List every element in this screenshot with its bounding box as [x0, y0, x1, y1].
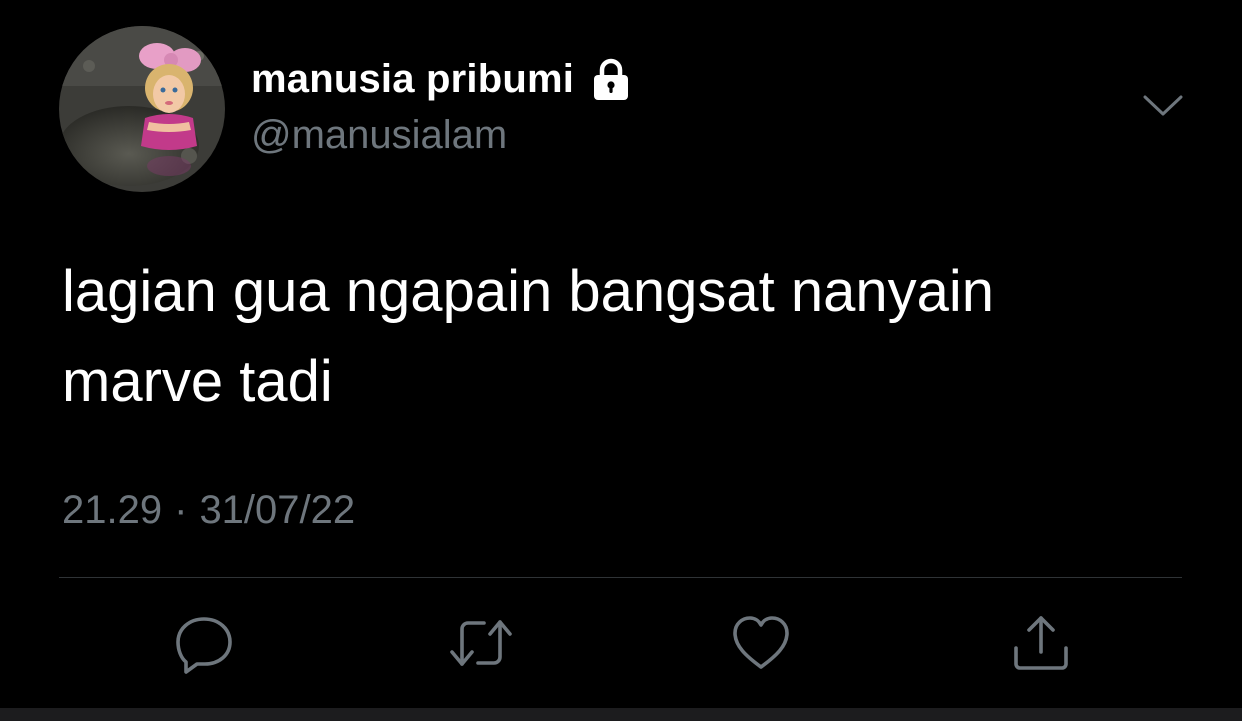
display-name[interactable]: manusia pribumi	[251, 57, 574, 102]
action-bar	[0, 608, 1242, 678]
retweet-arrows-icon	[450, 620, 512, 666]
chevron-down-icon[interactable]	[1140, 88, 1186, 124]
like-button[interactable]	[726, 608, 796, 678]
handle[interactable]: @manusialam	[251, 113, 507, 158]
timestamp-separator: ·	[174, 488, 188, 532]
lock-icon	[588, 56, 634, 102]
share-button[interactable]	[1006, 608, 1076, 678]
tweet-card: manusia pribumi @manusialam lagian gua n…	[0, 0, 1242, 721]
tweet-date: 31/07/22	[199, 488, 356, 532]
timestamp[interactable]: 21.29 · 31/07/22	[62, 488, 355, 533]
tweet-time: 21.29	[62, 488, 163, 532]
avatar-image	[59, 26, 225, 192]
divider	[59, 577, 1182, 578]
author-name-row: manusia pribumi	[251, 54, 634, 104]
reply-button[interactable]	[169, 608, 239, 678]
reply-bubble-icon	[176, 617, 232, 674]
heart-icon	[733, 616, 789, 669]
avatar[interactable]	[59, 26, 225, 192]
tweet-text: lagian gua ngapain bangsat nanyain marve…	[62, 259, 995, 414]
retweet-button[interactable]	[446, 608, 516, 678]
bottom-edge-bar	[0, 708, 1242, 721]
share-upload-icon	[1014, 616, 1068, 670]
